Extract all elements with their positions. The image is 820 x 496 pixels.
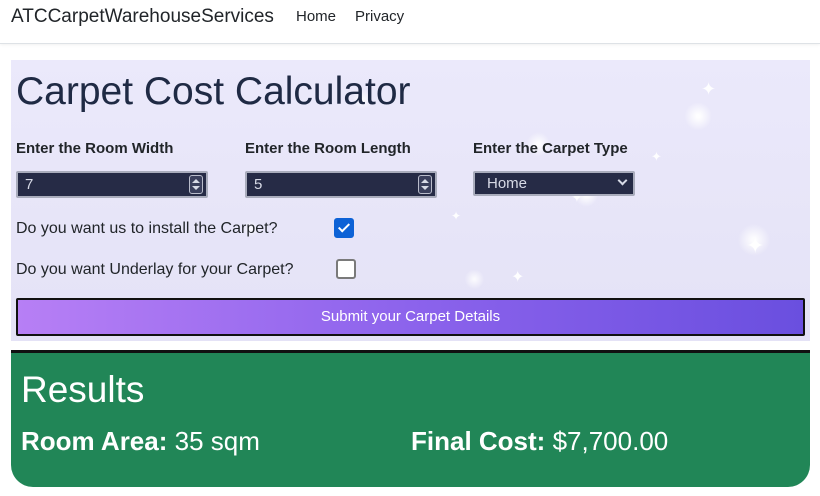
checkmark-icon — [337, 220, 351, 233]
carpet-type-selected: Home — [487, 175, 528, 192]
number-spinner-icon[interactable] — [189, 175, 203, 194]
room-width-value: 7 — [25, 176, 34, 193]
room-width-input[interactable]: 7 — [16, 171, 208, 198]
top-navbar: ATCCarpetWarehouseServices Home Privacy — [0, 0, 820, 44]
sparkle-decoration: ✦ — [701, 79, 717, 99]
calculator-panel: ✦ ✦ ✦ ✦ ✦ ✦ Carpet Cost Calculator Enter… — [11, 60, 810, 341]
room-length-label: Enter the Room Length — [245, 140, 411, 157]
chevron-down-icon — [617, 175, 628, 186]
sparkle-decoration: ✦ — [651, 149, 662, 164]
final-cost-result: Final Cost: $7,700.00 — [411, 426, 668, 457]
nav-link-home[interactable]: Home — [296, 8, 336, 25]
room-area-value: 35 sqm — [174, 426, 260, 456]
nav-link-privacy[interactable]: Privacy — [355, 8, 404, 25]
carpet-type-label: Enter the Carpet Type — [473, 140, 628, 157]
number-spinner-icon[interactable] — [418, 175, 432, 194]
page-title: Carpet Cost Calculator — [16, 70, 411, 113]
final-cost-label: Final Cost: — [411, 426, 546, 456]
install-checkbox[interactable] — [334, 218, 354, 238]
results-panel: Results Room Area: 35 sqm Final Cost: $7… — [11, 350, 810, 487]
room-length-value: 5 — [254, 176, 263, 193]
brand-link[interactable]: ATCCarpetWarehouseServices — [11, 6, 274, 28]
install-question-label: Do you want us to install the Carpet? — [16, 220, 278, 237]
room-length-input[interactable]: 5 — [245, 171, 437, 198]
sparkle-decoration: ✦ — [746, 233, 765, 258]
underlay-checkbox[interactable] — [336, 259, 356, 279]
sparkle-decoration: ✦ — [451, 209, 462, 223]
results-title: Results — [21, 369, 145, 410]
submit-button[interactable]: Submit your Carpet Details — [16, 298, 805, 336]
final-cost-value: $7,700.00 — [552, 426, 669, 456]
room-width-label: Enter the Room Width — [16, 140, 174, 157]
room-area-result: Room Area: 35 sqm — [21, 426, 260, 457]
sparkle-decoration: ✦ — [511, 269, 525, 286]
room-area-label: Room Area: — [21, 426, 168, 456]
carpet-type-select[interactable]: Home — [473, 171, 635, 196]
underlay-question-label: Do you want Underlay for your Carpet? — [16, 261, 294, 278]
